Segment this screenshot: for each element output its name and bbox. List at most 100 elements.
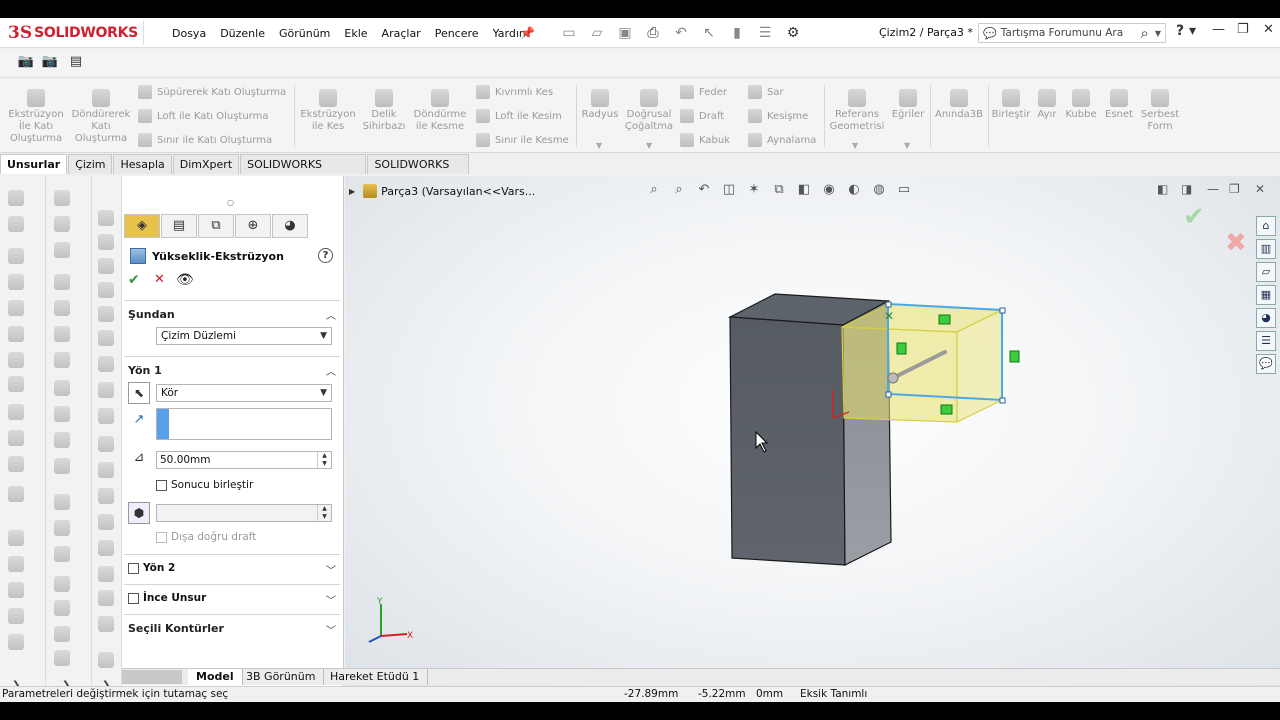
combine-button[interactable]: Birleştir [990, 89, 1032, 121]
tool-icon[interactable] [98, 408, 114, 424]
rib-button[interactable]: Feder [680, 85, 727, 99]
menu-window[interactable]: Pencere [435, 27, 479, 40]
tool-icon[interactable] [54, 576, 70, 592]
reverse-direction-icon[interactable]: ⬉ [128, 382, 150, 404]
direction2-section-header[interactable]: Yön 2 [128, 562, 175, 574]
boundary-cut-button[interactable]: Sınır ile Kesme [476, 133, 569, 147]
sketch-vertex[interactable] [999, 397, 1006, 404]
tool-icon[interactable] [98, 282, 114, 298]
select-icon[interactable]: ↖ [698, 23, 720, 43]
tab-evaluate[interactable]: Hesapla [113, 154, 172, 174]
draft-on-off-icon[interactable]: ⬢ [128, 502, 150, 524]
direction1-section-header[interactable]: Yön 1 [128, 364, 162, 377]
search-input[interactable]: Tartışma Forumunu Ara [1001, 27, 1141, 39]
spin-arrows-icon[interactable]: ▲ ▼ [317, 452, 331, 468]
coincident-relation-icon[interactable]: ✕ [884, 309, 894, 323]
tool-icon[interactable] [98, 330, 114, 346]
display-manager-tab-icon[interactable]: ◕ [272, 214, 308, 238]
tool-icon[interactable] [98, 462, 114, 478]
menu-view[interactable]: Görünüm [279, 27, 330, 40]
cancel-x-button[interactable]: ✕ [154, 272, 165, 287]
tool-icon[interactable] [54, 274, 70, 290]
tool-icon[interactable] [8, 456, 24, 472]
screen-capture-icon[interactable]: ▤ [66, 54, 86, 72]
horizontal-relation-icon[interactable] [938, 314, 951, 325]
tool-icon[interactable] [8, 430, 24, 446]
property-manager-tab-icon[interactable]: ▤ [161, 214, 197, 238]
camera-icon[interactable]: 📷 [16, 54, 36, 72]
tool-icon[interactable] [54, 300, 70, 316]
chevron-down-icon[interactable]: ▼ [852, 141, 858, 150]
tab-model[interactable]: Model [188, 669, 243, 685]
feature-manager-tab-icon[interactable]: ◈ [124, 214, 160, 238]
options-gear-icon[interactable]: ⚙ [782, 23, 804, 43]
swept-cut-button[interactable]: Kıvrımlı Kes [476, 85, 553, 99]
tab-motion-study[interactable]: Hareket Etüdü 1 [322, 669, 429, 685]
shell-button[interactable]: Kabuk [680, 133, 730, 147]
tool-icon[interactable] [8, 248, 24, 264]
file-properties-icon[interactable]: ☰ [754, 23, 776, 43]
tab-addins[interactable]: SOLIDWORKS Eklentileri [240, 154, 367, 190]
tool-icon[interactable] [54, 458, 70, 474]
from-section-header[interactable]: Şundan [128, 308, 175, 321]
chevron-down-icon[interactable]: ▼ [904, 141, 910, 150]
tool-icon[interactable] [8, 376, 24, 392]
tool-icon[interactable] [54, 650, 70, 666]
revolve-boss-button[interactable]: Döndürerek Katı Oluşturma [70, 89, 132, 145]
selected-contours-section-header[interactable]: Seçili Kontürler [128, 622, 224, 635]
tool-icon[interactable] [54, 546, 70, 562]
chevron-down-icon[interactable]: ▼ [646, 141, 652, 150]
tool-icon[interactable] [8, 608, 24, 624]
close-icon[interactable]: ✕ [1263, 22, 1274, 37]
chevron-up-icon[interactable]: ︿ [326, 363, 336, 378]
spin-arrows-icon[interactable]: ▲ ▼ [317, 505, 331, 521]
open-document-icon[interactable]: ▱ [586, 23, 608, 43]
graphics-area[interactable]: ▶ Parça3 (Varsayılan<<Vars... ⌕ ⌕ ↶ ◫ ✶ … [345, 176, 1280, 686]
panel-grip-icon[interactable]: ○ [227, 198, 234, 207]
tool-icon[interactable] [98, 210, 114, 226]
direction-selection-box[interactable] [156, 408, 332, 440]
search-box[interactable]: 💬 Tartışma Forumunu Ara ⌕ ▼ [978, 23, 1166, 43]
search-icon[interactable]: ⌕ [1140, 24, 1148, 42]
tool-icon[interactable] [8, 326, 24, 342]
tool-icon[interactable] [54, 326, 70, 342]
tool-icon[interactable] [8, 274, 24, 290]
menu-edit[interactable]: Düzenle [220, 27, 265, 40]
tab-scroll-arrows-icon[interactable] [122, 670, 182, 684]
tool-icon[interactable] [98, 616, 114, 632]
tool-icon[interactable] [8, 530, 24, 546]
tool-icon[interactable] [54, 380, 70, 396]
tool-icon[interactable] [54, 352, 70, 368]
chevron-down-icon[interactable]: ﹀ [326, 622, 336, 637]
wrap-button[interactable]: Sar [748, 85, 784, 99]
print-icon[interactable]: ⎙ [642, 23, 664, 43]
tool-icon[interactable] [98, 356, 114, 372]
loft-cut-button[interactable]: Loft ile Kesim [476, 109, 562, 123]
sweep-boss-button[interactable]: Süpürerek Katı Oluşturma [138, 85, 286, 99]
tool-icon[interactable] [54, 406, 70, 422]
reference-geometry-button[interactable]: Referans Geometrisi [828, 89, 886, 133]
tool-icon[interactable] [54, 190, 70, 206]
tool-icon[interactable] [98, 382, 114, 398]
boundary-boss-button[interactable]: Sınır ile Katı Oluşturma [138, 133, 272, 147]
flex-button[interactable]: Esnet [1102, 89, 1136, 121]
tool-icon[interactable] [98, 514, 114, 530]
chevron-down-icon[interactable]: ﹀ [326, 592, 336, 607]
tool-icon[interactable] [8, 634, 24, 650]
dome-button[interactable]: Kubbe [1062, 89, 1100, 121]
menu-insert[interactable]: Ekle [344, 27, 367, 40]
tool-icon[interactable] [54, 216, 70, 232]
pin-menu-icon[interactable]: 📌 [520, 26, 535, 40]
revolve-cut-button[interactable]: Döndürme ile Kesme [412, 89, 468, 133]
restore-icon[interactable]: ❐ [1237, 22, 1249, 37]
tab-sketch[interactable]: Çizim [68, 154, 113, 174]
tool-icon[interactable] [8, 216, 24, 232]
vertical-relation-icon[interactable] [896, 342, 907, 355]
end-condition-select[interactable]: Kör ▼ [156, 384, 332, 402]
solidworks-logo[interactable]: 3S SOLIDWORKS [8, 21, 144, 45]
draft-angle-input[interactable]: ▲ ▼ [156, 504, 332, 522]
tool-icon[interactable] [54, 600, 70, 616]
help-question-icon[interactable]: ? ▾ [1176, 23, 1196, 39]
chevron-down-icon[interactable]: ﹀ [326, 562, 336, 577]
tool-icon[interactable] [98, 234, 114, 250]
